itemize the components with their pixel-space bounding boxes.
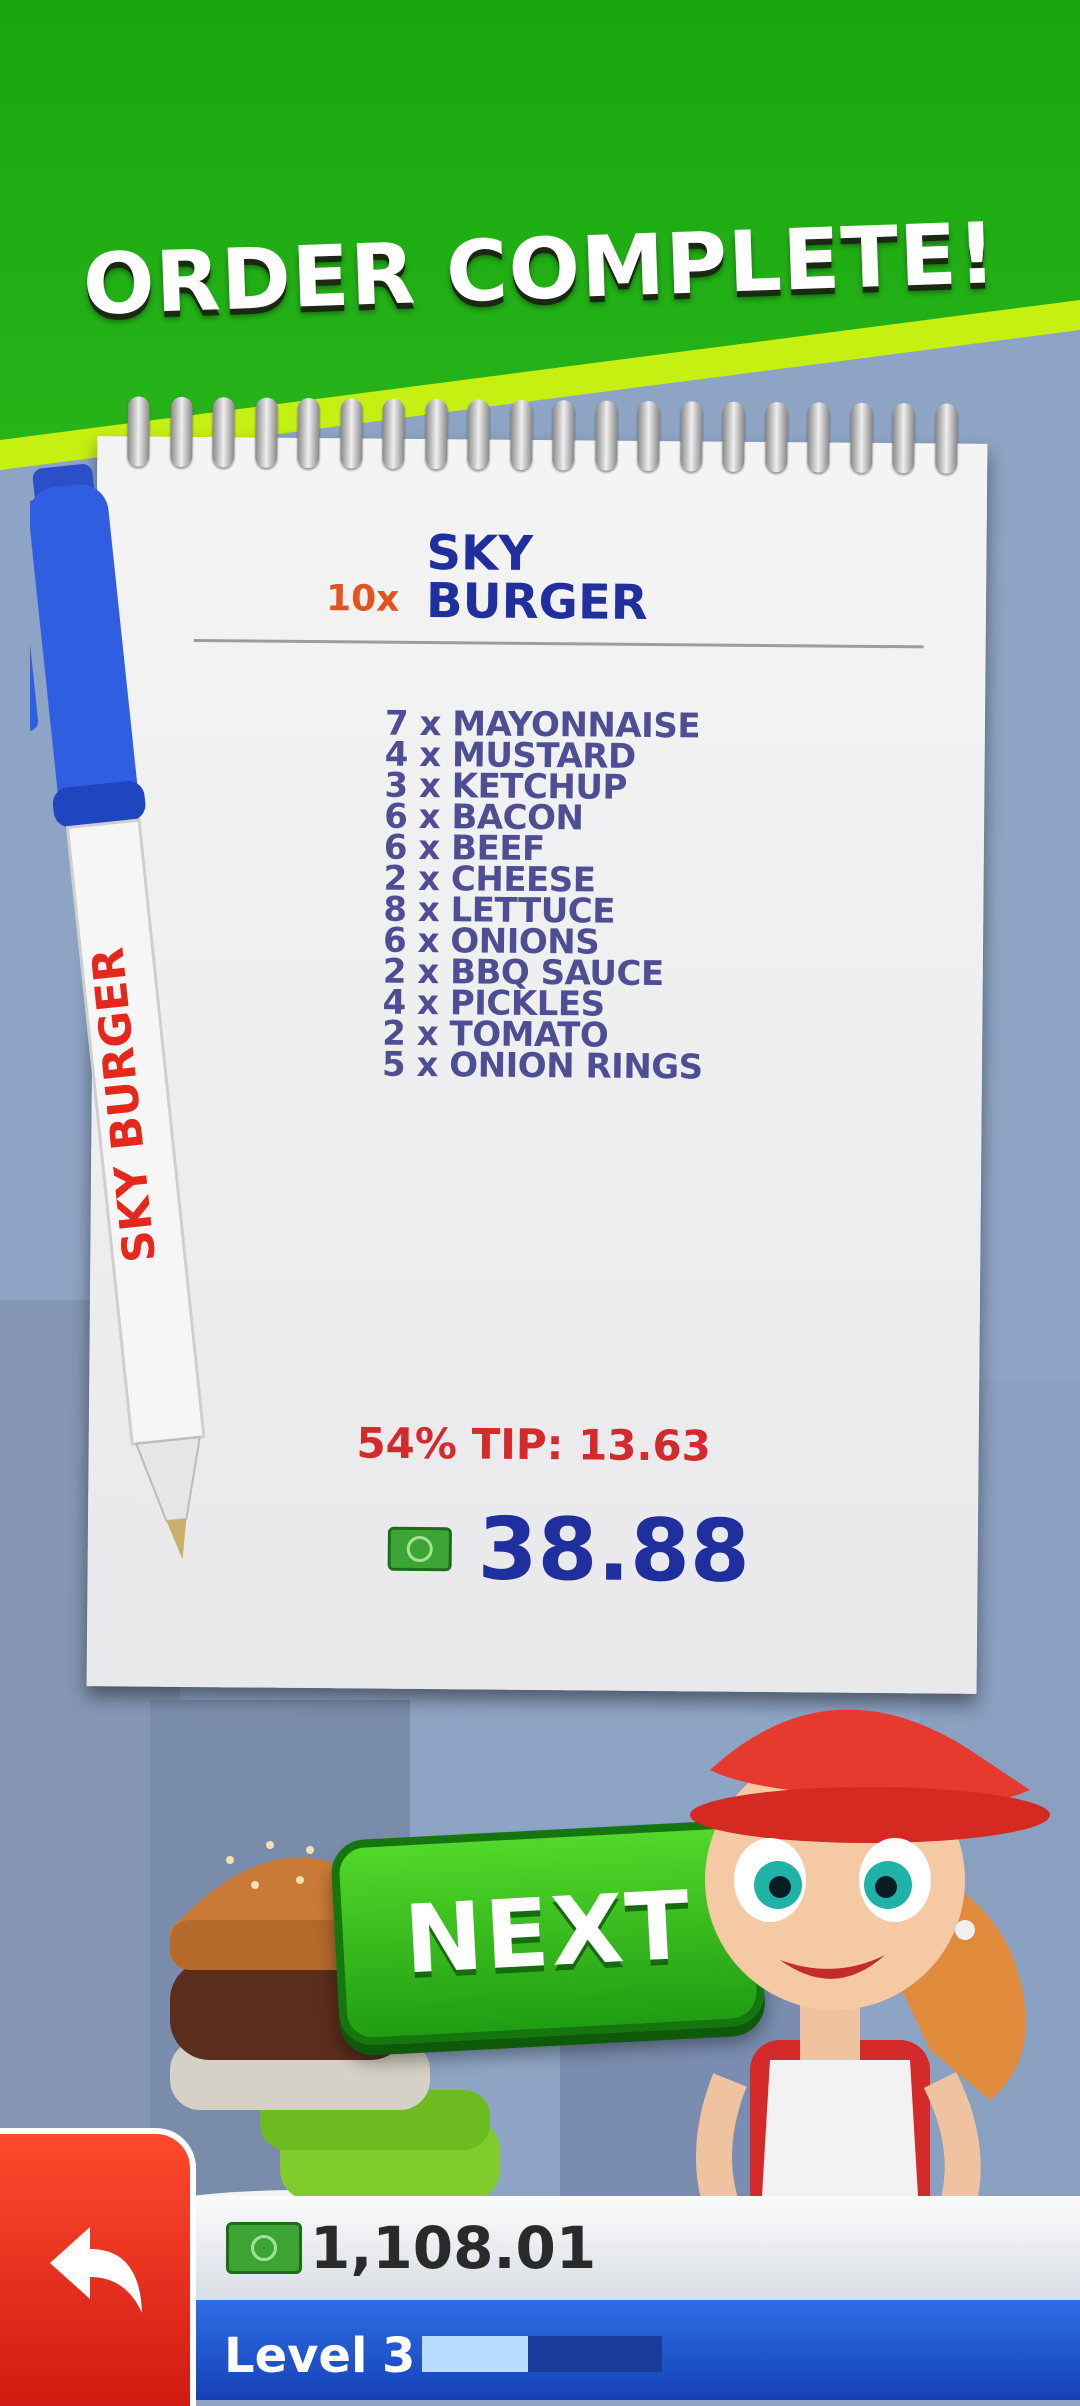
spiral-ring bbox=[127, 396, 150, 467]
order-total: 38.88 bbox=[387, 1499, 750, 1602]
level-progress-track bbox=[422, 2336, 662, 2372]
spiral-ring bbox=[339, 398, 363, 469]
back-button[interactable] bbox=[0, 2128, 196, 2406]
spiral-ring bbox=[169, 396, 193, 467]
back-arrow-icon bbox=[50, 2227, 142, 2313]
ingredient-list: 7 x MAYONNAISE 4 x MUSTARD 3 x KETCHUP 6… bbox=[381, 704, 706, 1088]
spiral-ring bbox=[254, 397, 278, 468]
spiral-ring bbox=[552, 400, 575, 471]
spiral-ring bbox=[764, 401, 788, 473]
spiral-ring bbox=[807, 402, 831, 473]
spiral-ring bbox=[382, 398, 405, 469]
spiral-ring bbox=[509, 399, 533, 470]
pen-icon: SKY BURGER bbox=[30, 464, 206, 1560]
total-amount: 38.88 bbox=[477, 1499, 751, 1602]
level-label: Level bbox=[224, 2328, 368, 2384]
level-progress-fill bbox=[422, 2336, 528, 2372]
money-bill-icon bbox=[226, 2222, 302, 2274]
spiral-ring bbox=[679, 401, 703, 472]
spiral-ring bbox=[849, 402, 873, 473]
burger-name-line: BURGER bbox=[425, 573, 648, 631]
spiral-ring bbox=[594, 400, 618, 471]
level-number: 3 bbox=[382, 2328, 416, 2384]
order-divider bbox=[193, 638, 924, 649]
level-bar: Level 3 bbox=[190, 2300, 1080, 2400]
balance-bar: 1,108.01 bbox=[190, 2196, 1080, 2300]
spiral-ring bbox=[934, 403, 958, 474]
order-quantity: 10x bbox=[325, 578, 400, 620]
burger-name-line: SKY bbox=[426, 525, 534, 582]
spiral-ring bbox=[297, 397, 320, 469]
balance-amount: 1,108.01 bbox=[310, 2214, 597, 2282]
game-scene: ORDER COMPLETE! 10x SKY BURGER 7 x MAYON… bbox=[0, 0, 1080, 2406]
spiral-ring bbox=[892, 403, 916, 474]
spiral-ring bbox=[467, 399, 490, 470]
spiral-ring bbox=[212, 397, 235, 468]
spiral-ring bbox=[637, 400, 660, 472]
money-bill-icon bbox=[387, 1526, 452, 1572]
burger-name: SKY BURGER bbox=[425, 525, 649, 631]
spiral-ring bbox=[424, 399, 448, 470]
ingredient-item: 5 x ONION RINGS bbox=[381, 1044, 703, 1088]
spiral-ring bbox=[722, 401, 746, 472]
